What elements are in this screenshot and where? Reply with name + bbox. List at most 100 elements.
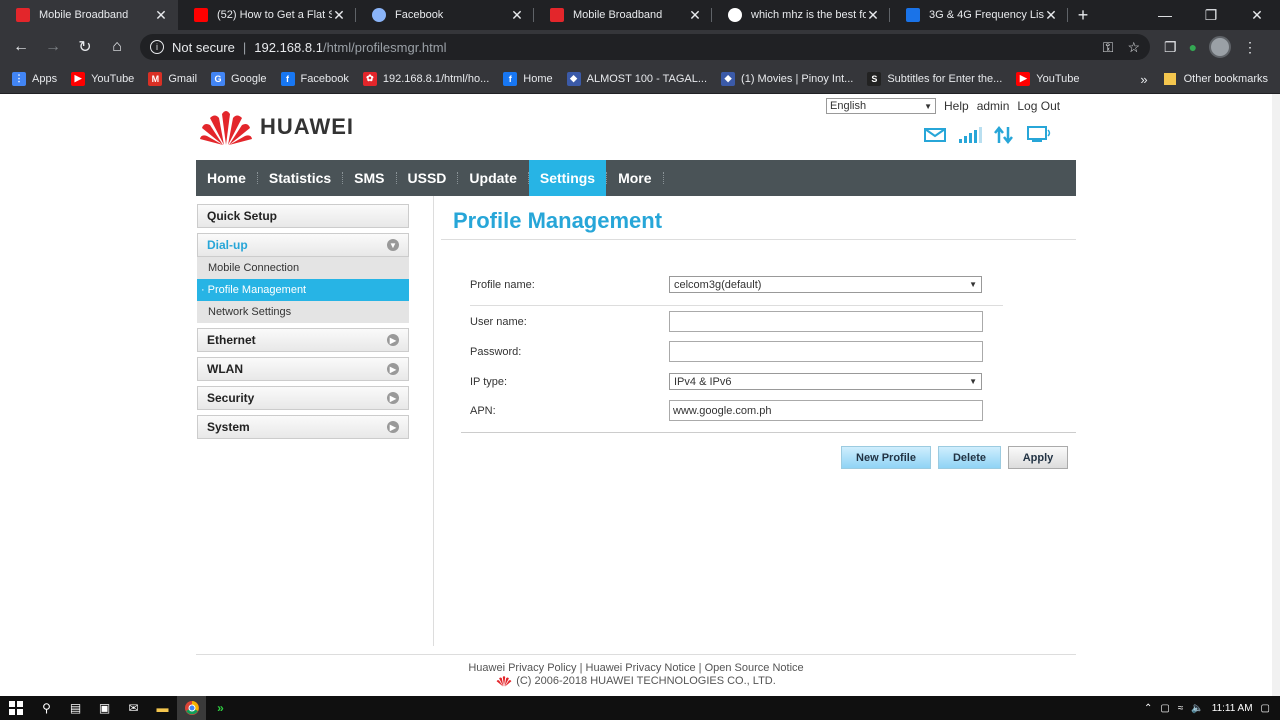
sidebar-item-dial-up[interactable]: Dial-up ▼ [197,233,409,257]
sidebar-item-label: Security [207,391,255,405]
home-icon[interactable]: ⌂ [102,32,132,62]
privacy-notice-link[interactable]: Huawei Privacy Notice [586,662,696,674]
new-profile-button[interactable]: New Profile [841,446,931,469]
nav-item-update[interactable]: Update [458,160,527,196]
language-select[interactable]: English ▼ [826,98,936,114]
help-link[interactable]: Help [944,99,969,113]
sidebar-item-security[interactable]: Security ▶ [197,386,409,410]
open-source-link[interactable]: Open Source Notice [705,662,804,674]
sidebar-item-quick-setup[interactable]: Quick Setup [197,204,409,228]
extension-icon[interactable]: ❐ [1164,39,1177,56]
ip-type-row: IP type: IPv4 & IPv6 ▼ [470,373,982,390]
back-arrow-icon[interactable]: ← [6,32,36,62]
username-input[interactable] [669,311,983,332]
apply-button[interactable]: Apply [1008,446,1068,469]
envelope-icon[interactable] [924,127,946,143]
nav-item-home[interactable]: Home [196,160,257,196]
address-bar[interactable]: i Not secure | 192.168.8.1 /html/profile… [140,34,1150,60]
sidebar-item-system[interactable]: System ▶ [197,415,409,439]
nav-item-more[interactable]: More [607,160,662,196]
clock[interactable]: 11:11 AM [1212,703,1253,714]
wifi-icon[interactable]: ≈ [1178,703,1184,714]
sidebar-item-wlan[interactable]: WLAN ▶ [197,357,409,381]
tray-chevron-icon[interactable]: ⌃ [1144,703,1152,714]
browser-tab[interactable]: (52) How to Get a Flat Stom✕ [178,0,356,30]
search-icon[interactable]: ⚲ [32,696,61,720]
browser-tab[interactable]: Mobile Broadband ✕ [0,0,178,30]
tab-close-icon[interactable]: ✕ [510,7,524,24]
password-label: Password: [470,345,522,358]
reload-icon[interactable]: ↻ [70,32,100,62]
bookmark-item[interactable]: M Gmail [148,71,197,86]
ip-type-value: IPv4 & IPv6 [674,375,732,388]
other-bookmarks-button[interactable]: Other bookmarks [1184,73,1268,85]
store-icon[interactable]: ▣ [90,696,119,720]
nav-item-settings[interactable]: Settings [528,160,607,196]
bookmark-item[interactable]: ◆ ALMOST 100 - TAGAL... [566,71,707,86]
network-icon[interactable]: ▢ [1160,703,1169,714]
tab-title: (52) How to Get a Flat Stom [217,9,332,21]
minimize-icon[interactable]: — [1142,0,1188,30]
nav-item-sms[interactable]: SMS [343,160,395,196]
tab-close-icon[interactable]: ✕ [866,7,880,24]
task-view-icon[interactable]: ▤ [61,696,90,720]
browser-tab[interactable]: 3G & 4G Frequency List – A✕ [890,0,1068,30]
close-window-icon[interactable]: ✕ [1234,0,1280,30]
tab-close-icon[interactable]: ✕ [1044,7,1058,24]
tab-close-icon[interactable]: ✕ [332,7,346,24]
apps-icon: ⋮ [12,71,26,86]
profile-name-select[interactable]: celcom3g(default) ▼ [669,276,982,293]
sidebar-item-ethernet[interactable]: Ethernet ▶ [197,328,409,352]
bookmark-item[interactable]: ✿ 192.168.8.1/html/ho... [362,71,489,86]
browser-tab[interactable]: Facebook ✕ [356,0,534,30]
browser-tab[interactable]: which mhz is the best for l ✕ [712,0,890,30]
notifications-icon[interactable]: ▢ [1261,703,1270,714]
chrome-icon[interactable] [177,696,206,720]
more-bookmarks-button[interactable]: » [1140,72,1147,87]
sidebar-subitem[interactable]: · Profile Management [197,279,409,301]
folder-icon [1163,73,1176,85]
privacy-policy-link[interactable]: Huawei Privacy Policy [468,662,576,674]
bookmark-item[interactable]: f Home [503,71,553,86]
new-tab-button[interactable]: + [1068,0,1098,30]
volume-icon[interactable]: 🔈 [1191,703,1203,714]
page-viewport: English ▼ Help admin Log Out HUAWEI Home… [0,94,1280,696]
bookmark-item[interactable]: f Facebook [280,71,349,86]
delete-button[interactable]: Delete [938,446,1001,469]
file-explorer-icon[interactable]: ▬ [148,696,177,720]
nav-item-ussd[interactable]: USSD [397,160,458,196]
bookmark-item[interactable]: G Google [211,71,267,86]
page-scrollbar[interactable] [1272,94,1280,696]
star-icon[interactable]: ☆ [1127,39,1140,56]
avatar-icon[interactable] [1209,36,1232,58]
ip-type-select[interactable]: IPv4 & IPv6 ▼ [669,373,982,390]
sidebar-subitem-label: Network Settings [208,306,292,318]
bookmark-item[interactable]: ◆ (1) Movies | Pinoy Int... [721,71,853,86]
mail-icon[interactable]: ✉ [119,696,148,720]
bookmarks-right: » Other bookmarks [1140,64,1268,94]
nav-item-statistics[interactable]: Statistics [258,160,342,196]
tab-close-icon[interactable]: ✕ [688,7,702,24]
windows-start-icon[interactable] [0,696,32,720]
sidebar-subitem[interactable]: Mobile Connection [197,257,409,279]
forward-arrow-icon[interactable]: → [38,32,68,62]
bookmark-item[interactable]: ▶ YouTube [1016,71,1080,86]
bookmark-item[interactable]: S Subtitles for Enter the... [867,71,1002,86]
logout-link[interactable]: Log Out [1017,99,1060,113]
bookmark-item[interactable]: ▶ YouTube [71,71,134,86]
extensions-area: ❐ ● ⋮ [1164,36,1257,58]
key-icon[interactable]: ⚿ [1103,39,1114,56]
bookmark-label: YouTube [1036,72,1080,85]
maximize-icon[interactable]: ❐ [1188,0,1234,30]
user-link[interactable]: admin [977,99,1010,113]
extension-color-icon[interactable]: ● [1189,39,1197,55]
app-icon[interactable]: » [206,696,235,720]
bookmark-item[interactable]: ⋮ Apps [12,71,57,86]
apn-input[interactable]: www.google.com.ph [669,400,983,421]
menu-dots-icon[interactable]: ⋮ [1243,39,1257,56]
sidebar-subitem[interactable]: Network Settings [197,301,409,323]
password-input[interactable] [669,341,983,362]
tab-close-icon[interactable]: ✕ [154,7,168,24]
info-icon[interactable]: i [150,40,164,54]
browser-tab[interactable]: Mobile Broadband ✕ [534,0,712,30]
